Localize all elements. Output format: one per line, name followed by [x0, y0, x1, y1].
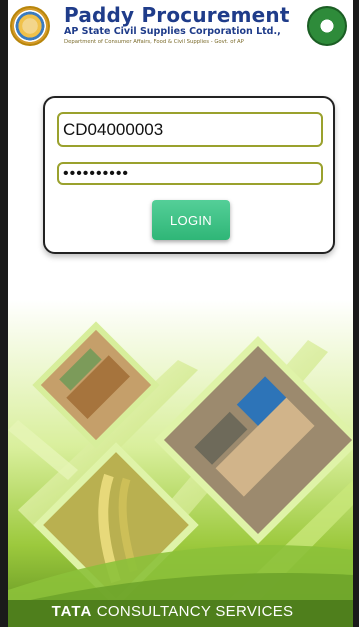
paddy-collage-background: [8, 300, 353, 627]
screen-frame-right: [353, 0, 359, 627]
footer-branding: TATA CONSULTANCY SERVICES: [0, 603, 345, 620]
login-card: LOGIN: [43, 96, 335, 254]
title-block: Paddy Procurement AP State Civil Supplie…: [64, 4, 314, 46]
ap-govt-emblem-icon: [10, 6, 50, 46]
user-id-input[interactable]: [57, 112, 323, 147]
app-title: Paddy Procurement: [64, 3, 290, 27]
paddy-collage-illustration: [8, 300, 353, 627]
civil-supplies-seal-icon: [307, 6, 347, 46]
tata-brand: TATA: [51, 603, 93, 620]
consultancy-text: CONSULTANCY SERVICES: [92, 603, 294, 620]
header: Paddy Procurement AP State Civil Supplie…: [8, 0, 353, 50]
password-input[interactable]: [57, 162, 323, 185]
screen-frame-left: [0, 0, 8, 627]
login-button[interactable]: LOGIN: [152, 200, 230, 240]
corporation-name: AP State Civil Supplies Corporation Ltd.…: [64, 26, 281, 37]
department-name: Department of Consumer Affairs, Food & C…: [64, 39, 244, 45]
